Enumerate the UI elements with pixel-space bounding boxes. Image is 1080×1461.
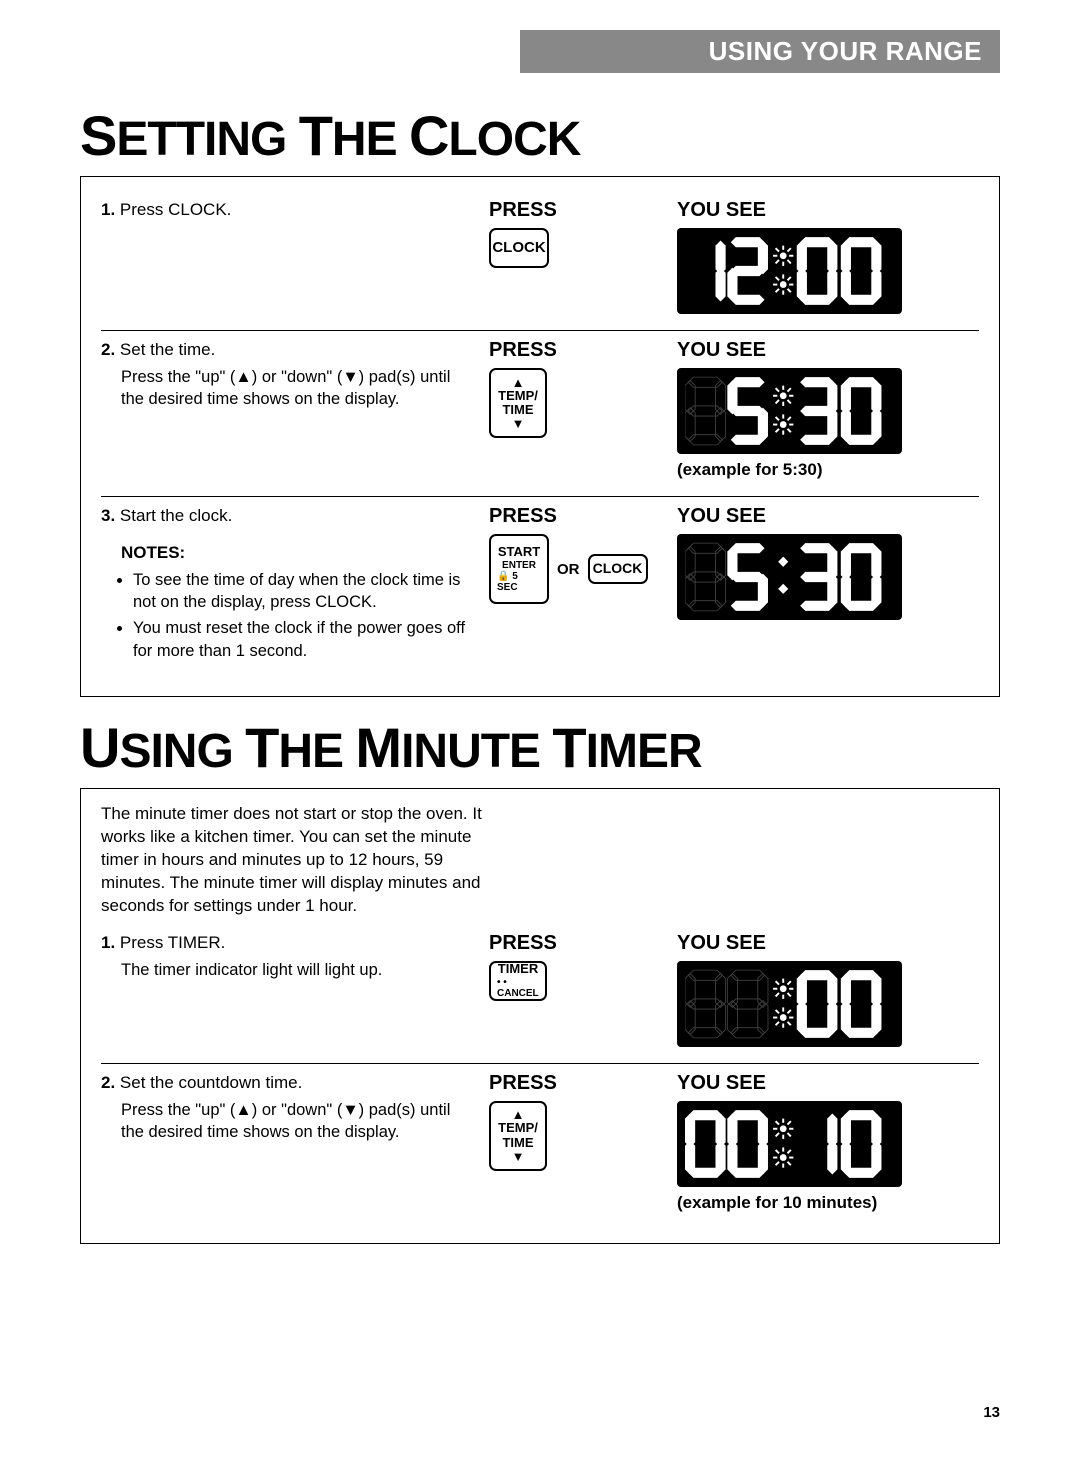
step-number: 2. [101, 1073, 115, 1092]
timer-step-1: 1. Press TIMER. The timer indicator ligh… [101, 924, 979, 1064]
or-text: OR [557, 561, 580, 578]
lock-icon: 🔒 5 SEC [497, 571, 541, 593]
step-number: 3. [101, 506, 115, 525]
step-sub: The timer indicator light will light up. [121, 959, 471, 981]
step-text: Set the countdown time. [120, 1073, 302, 1092]
timer-intro: The minute timer does not start or stop … [101, 803, 491, 918]
clock-key: CLOCK [489, 228, 549, 268]
lcd-display-1200 [677, 228, 902, 314]
clock-key: CLOCK [588, 554, 648, 584]
header-banner: USING YOUR RANGE [520, 30, 1000, 73]
temp-time-key: ▲ TEMP/ TIME ▼ [489, 368, 547, 438]
lcd-display-530 [677, 534, 902, 620]
down-arrow-icon: ▼ [512, 417, 525, 430]
step-text: Press TIMER. [120, 933, 225, 952]
clock-step-2: 2. Set the time. Press the "up" (▲) or "… [101, 331, 979, 497]
step-number: 2. [101, 340, 115, 359]
press-label: PRESS [489, 1072, 659, 1095]
step-number: 1. [101, 200, 115, 219]
notes-heading: NOTES: [121, 542, 471, 565]
note-item: You must reset the clock if the power go… [133, 617, 471, 662]
clock-step-1: 1. Press CLOCK. PRESS CLOCK YOU SEE [101, 191, 979, 331]
section-title-timer: USING THE MINUTE TIMER [80, 715, 1000, 780]
page-number: 13 [80, 1404, 1000, 1421]
timer-key: TIMER • • CANCEL [489, 961, 547, 1001]
step-sub: Press the "up" (▲) or "down" (▼) pad(s) … [121, 366, 471, 411]
temp-time-key: ▲ TEMP/ TIME ▼ [489, 1101, 547, 1171]
panel-clock: 1. Press CLOCK. PRESS CLOCK YOU SEE 2. S… [80, 176, 1000, 697]
down-arrow-icon: ▼ [512, 1150, 525, 1163]
step-text: Press CLOCK. [120, 200, 231, 219]
note-item: To see the time of day when the clock ti… [133, 569, 471, 614]
yousee-label: YOU SEE [677, 505, 907, 528]
step-number: 1. [101, 933, 115, 952]
start-enter-key: START ENTER 🔒 5 SEC [489, 534, 549, 604]
step-sub: Press the "up" (▲) or "down" (▼) pad(s) … [121, 1099, 471, 1144]
press-label: PRESS [489, 932, 659, 955]
yousee-label: YOU SEE [677, 1072, 907, 1095]
section-title-clock: SETTING THE CLOCK [80, 103, 1000, 168]
timer-step-2: 2. Set the countdown time. Press the "up… [101, 1064, 979, 1229]
yousee-label: YOU SEE [677, 339, 907, 362]
lcd-display-0010 [677, 1101, 902, 1187]
press-label: PRESS [489, 339, 659, 362]
step-text: Start the clock. [120, 506, 232, 525]
lcd-display-530-blink [677, 368, 902, 454]
press-label: PRESS [489, 199, 659, 222]
example-caption: (example for 5:30) [677, 460, 907, 480]
lcd-display-00-blink [677, 961, 902, 1047]
yousee-label: YOU SEE [677, 199, 907, 222]
step-text: Set the time. [120, 340, 215, 359]
clock-step-3: 3. Start the clock. NOTES: To see the ti… [101, 497, 979, 682]
up-arrow-icon: ▲ [512, 376, 525, 389]
panel-timer: The minute timer does not start or stop … [80, 788, 1000, 1244]
yousee-label: YOU SEE [677, 932, 907, 955]
example-caption: (example for 10 minutes) [677, 1193, 907, 1213]
press-label: PRESS [489, 505, 659, 528]
